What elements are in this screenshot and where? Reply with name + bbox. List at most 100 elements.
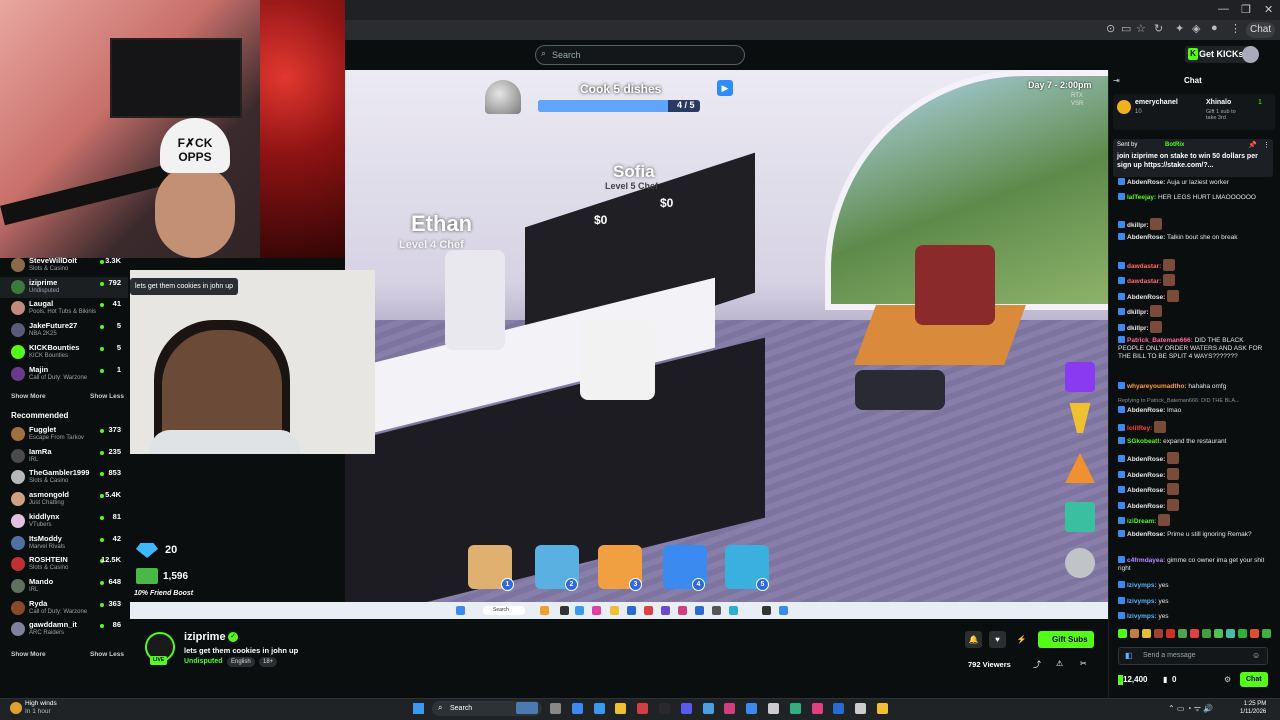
cast-icon[interactable]: ▭ xyxy=(1121,22,1131,35)
chat-username[interactable]: lalTeejay: xyxy=(1127,194,1156,201)
recommended-channel[interactable]: IamRa IRL 235 xyxy=(0,446,128,467)
collapse-chat-icon[interactable]: ⇥ xyxy=(1113,76,1120,85)
emote-bar[interactable] xyxy=(1118,629,1274,641)
chat-username[interactable]: dkillpr: xyxy=(1127,222,1149,229)
chat-username[interactable]: iziDream: xyxy=(1127,518,1156,525)
chat-rules-icon[interactable]: ◧ xyxy=(1125,651,1133,660)
chat-send-button[interactable]: Chat xyxy=(1240,672,1268,687)
quick-emote-icon[interactable] xyxy=(1154,629,1163,638)
quick-emote-icon[interactable] xyxy=(1142,629,1151,638)
chat-username[interactable]: Izivymps: xyxy=(1127,613,1157,620)
following-channel[interactable]: JakeFuture27 NBA 2K25 5 xyxy=(0,320,128,341)
chat-username[interactable]: AbdenRose: xyxy=(1127,179,1165,186)
system-tray[interactable]: ⌃ ▭ ◔ ᯤ 🔊 xyxy=(1168,703,1213,714)
kick-bolt-icon[interactable]: ⚡ xyxy=(1013,631,1030,648)
user-avatar[interactable] xyxy=(1242,46,1259,63)
game-viewport[interactable]: Cook 5 dishes 4 / 5 ▶ Day 7 - 2:00pm RTX… xyxy=(345,70,1108,602)
taskbar-app-icon[interactable] xyxy=(789,703,801,714)
trophy-left-icon[interactable] xyxy=(1065,362,1095,392)
recommended-channel[interactable]: TheGambler1999 Slots & Casino 853 xyxy=(0,467,128,488)
following-channel[interactable]: iziprime Undisputed 792 xyxy=(0,276,128,298)
emoji-icon[interactable]: ☺ xyxy=(1252,651,1260,660)
chat-username[interactable]: AbdenRose: xyxy=(1127,472,1165,479)
share-icon[interactable]: ⤴ xyxy=(1033,659,1041,670)
report-icon[interactable]: ⚠ xyxy=(1056,659,1063,668)
quick-emote-icon[interactable] xyxy=(1262,629,1271,638)
chat-username[interactable]: AbdenRose: xyxy=(1127,407,1165,414)
taskbar-app-icon[interactable] xyxy=(811,703,823,714)
quick-emote-icon[interactable] xyxy=(1226,629,1235,638)
chat-username[interactable]: Izivymps: xyxy=(1127,582,1157,589)
chat-username[interactable]: dawdastar: xyxy=(1127,263,1161,270)
quick-emote-icon[interactable] xyxy=(1178,629,1187,638)
recommended-channel[interactable]: Mando IRL 648 xyxy=(0,576,128,597)
recommended-channel[interactable]: gawddamn_it ARC Raiders 86 xyxy=(0,619,128,640)
recommended-channel[interactable]: asmongold Just Chatting 5.4K xyxy=(0,489,128,510)
recommended-channel[interactable]: ROSHTEIN Slots & Casino 12.5K xyxy=(0,554,128,575)
following-channel[interactable]: SteveWillDoIt Slots & Casino 3.3K xyxy=(0,255,128,276)
taskbar-app-icon[interactable] xyxy=(724,703,736,714)
chat-username[interactable]: AbdenRose: xyxy=(1127,294,1165,301)
chat-username[interactable]: AbdenRose: xyxy=(1127,531,1165,538)
quick-emote-icon[interactable] xyxy=(1190,629,1199,638)
taskbar-app-icon[interactable] xyxy=(659,703,670,714)
taskbar-app-icon[interactable] xyxy=(877,703,888,714)
taskbar-app-icon[interactable] xyxy=(593,703,605,714)
pin-icon[interactable]: 📌 xyxy=(1248,141,1257,149)
chat-username[interactable]: whyareyoumadtho: xyxy=(1127,383,1187,390)
notification-bell-icon[interactable]: 🔔 xyxy=(965,631,982,648)
browser-chat-button[interactable]: Chat xyxy=(1246,22,1276,38)
following-channel[interactable]: Majin Call of Duty: Warzone 1 xyxy=(0,364,128,385)
more-options-icon[interactable]: ⋮ xyxy=(1263,141,1270,149)
taskbar-app-icon[interactable] xyxy=(833,703,845,714)
quest-skip-button[interactable]: ▶ xyxy=(717,80,733,96)
bookmark-star-icon[interactable]: ☆ xyxy=(1136,22,1146,35)
menu-icon[interactable]: ⋮ xyxy=(1230,22,1241,35)
search-input[interactable]: Search xyxy=(535,45,745,65)
settings-gear-icon[interactable] xyxy=(1065,548,1095,578)
extension-icon[interactable]: ✦ xyxy=(1175,22,1184,35)
show-less-recommended[interactable]: Show Less xyxy=(90,651,124,658)
quick-emote-icon[interactable] xyxy=(1214,629,1223,638)
profile-icon[interactable]: ● xyxy=(1211,22,1218,34)
taskbar-app-icon[interactable] xyxy=(746,703,758,714)
streamer-name[interactable]: iziprime xyxy=(184,631,226,643)
quick-emote-icon[interactable] xyxy=(1130,629,1139,638)
close-button[interactable]: ✕ xyxy=(1264,3,1273,16)
tag-language[interactable]: English xyxy=(227,657,255,667)
chat-username[interactable]: SGkobeatl: xyxy=(1127,438,1161,445)
taskbar-app-icon[interactable] xyxy=(571,703,583,714)
stream-category[interactable]: Undisputed xyxy=(184,658,223,665)
recommended-channel[interactable]: kiddlynx VTubers 81 xyxy=(0,511,128,532)
extensions-puzzle-icon[interactable]: ◈ xyxy=(1192,22,1200,35)
quick-emote-icon[interactable] xyxy=(1202,629,1211,638)
show-more-following[interactable]: Show More xyxy=(11,393,46,400)
windows-start-icon[interactable] xyxy=(413,703,424,714)
chat-username[interactable]: AbdenRose: xyxy=(1127,503,1165,510)
clip-icon[interactable]: ✂ xyxy=(1080,659,1087,668)
taskbar-app-icon[interactable] xyxy=(768,703,779,714)
taskbar-app-icon[interactable] xyxy=(680,703,692,714)
recommended-channel[interactable]: ItsModdy Marvel Rivals 42 xyxy=(0,533,128,554)
chat-username[interactable]: lolilRey: xyxy=(1127,425,1152,432)
show-less-following[interactable]: Show Less xyxy=(90,393,124,400)
chat-username[interactable]: Izivymps: xyxy=(1127,598,1157,605)
taskbar-app-icon[interactable] xyxy=(855,703,867,714)
recommended-channel[interactable]: Ryda Call of Duty: Warzone 363 xyxy=(0,598,128,619)
quick-emote-icon[interactable] xyxy=(1238,629,1247,638)
follow-heart-icon[interactable]: ♥ xyxy=(989,631,1006,648)
chat-username[interactable]: Patrick_Bateman666: xyxy=(1127,337,1193,344)
chat-username[interactable]: AbdenRose: xyxy=(1127,487,1165,494)
system-clock[interactable]: 1:25 PM 1/11/2026 xyxy=(1240,700,1266,716)
refresh-icon[interactable]: ↻ xyxy=(1154,22,1163,35)
leader-user-2[interactable]: Xhinalo xyxy=(1206,99,1231,106)
taskbar-app-icon[interactable] xyxy=(702,703,714,714)
chat-username[interactable]: dkillpr: xyxy=(1127,309,1149,316)
minimize-button[interactable]: — xyxy=(1218,3,1229,15)
maximize-button[interactable]: ❐ xyxy=(1241,3,1251,16)
leader-user[interactable]: emerychanel xyxy=(1135,99,1178,106)
weather-widget[interactable]: High winds In 1 hour xyxy=(25,700,57,716)
following-channel[interactable]: Laugal Pools, Hot Tubs & Bikinis 41 xyxy=(0,298,128,319)
chat-username[interactable]: dkillpr: xyxy=(1127,325,1149,332)
chat-settings-icon[interactable]: ⚙ xyxy=(1224,675,1231,684)
